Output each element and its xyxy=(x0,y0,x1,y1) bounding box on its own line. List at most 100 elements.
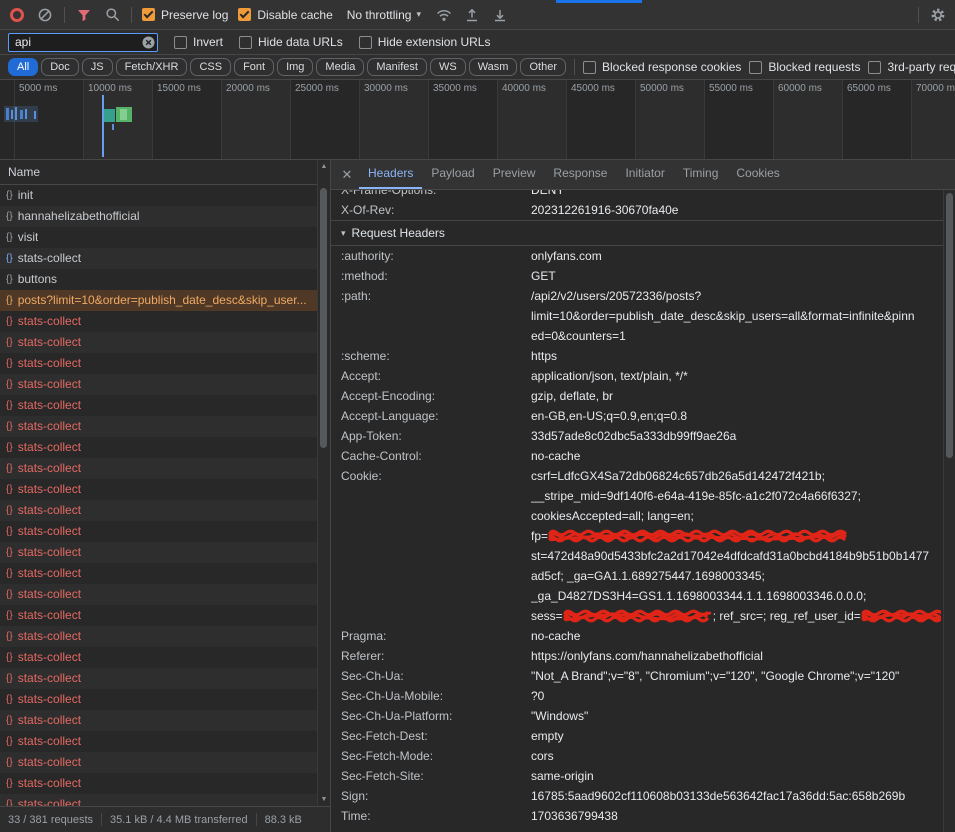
blocked-response-cookies-label: Blocked response cookies xyxy=(602,60,741,74)
request-row[interactable]: {}stats-collect xyxy=(0,353,330,374)
request-row[interactable]: {}stats-collect xyxy=(0,500,330,521)
request-row[interactable]: {}stats-collect xyxy=(0,668,330,689)
request-headers-section[interactable]: ▾Request Headers xyxy=(331,220,955,246)
export-har-icon xyxy=(492,7,508,23)
name-column-header[interactable]: Name xyxy=(0,160,330,185)
filter-chip-img[interactable]: Img xyxy=(277,58,313,76)
request-row[interactable]: {}stats-collect xyxy=(0,563,330,584)
request-row[interactable]: {}visit xyxy=(0,227,330,248)
request-row[interactable]: {}stats-collect xyxy=(0,374,330,395)
request-row[interactable]: {}stats-collect xyxy=(0,605,330,626)
request-row[interactable]: {}stats-collect xyxy=(0,395,330,416)
tab-timing[interactable]: Timing xyxy=(674,160,728,189)
tab-preview[interactable]: Preview xyxy=(484,160,545,189)
request-row[interactable]: {}buttons xyxy=(0,269,330,290)
request-name: stats-collect xyxy=(18,563,81,584)
filter-chip-fetch-xhr[interactable]: Fetch/XHR xyxy=(116,58,188,76)
header-value: same-origin xyxy=(531,766,955,786)
network-conditions-button[interactable] xyxy=(435,6,453,24)
request-row[interactable]: {}stats-collect xyxy=(0,311,330,332)
tab-headers[interactable]: Headers xyxy=(359,160,422,189)
request-row[interactable]: {}stats-collect xyxy=(0,332,330,353)
disclosure-triangle-icon: ▾ xyxy=(341,221,346,245)
clear-filter-icon[interactable] xyxy=(142,36,155,49)
throttling-select[interactable]: No throttling ▾ xyxy=(343,6,425,24)
filter-chip-media[interactable]: Media xyxy=(316,58,364,76)
filter-toggle-button[interactable] xyxy=(75,6,93,24)
filter-chip-js[interactable]: JS xyxy=(82,58,113,76)
header-row: :path:/api2/v2/users/20572336/posts?limi… xyxy=(341,286,955,346)
request-row[interactable]: {}stats-collect xyxy=(0,647,330,668)
tab-response[interactable]: Response xyxy=(544,160,616,189)
request-row[interactable]: {}stats-collect xyxy=(0,458,330,479)
third-party-requests-checkbox[interactable]: 3rd-party requests xyxy=(868,60,955,74)
header-row: Cache-Control:no-cache xyxy=(341,446,955,466)
filter-input[interactable] xyxy=(8,33,158,52)
network-toolbar: Preserve log Disable cache No throttling… xyxy=(0,0,955,30)
tab-cookies[interactable]: Cookies xyxy=(727,160,788,189)
request-row[interactable]: {}stats-collect xyxy=(0,773,330,794)
request-row[interactable]: {}stats-collect xyxy=(0,521,330,542)
request-row[interactable]: {}posts?limit=10&order=publish_date_desc… xyxy=(0,290,330,311)
filter-chip-all[interactable]: All xyxy=(8,58,38,76)
header-name: Cache-Control: xyxy=(341,446,531,466)
search-button[interactable] xyxy=(103,6,121,24)
request-row[interactable]: {}hannahelizabethofficial xyxy=(0,206,330,227)
request-row[interactable]: {}init xyxy=(0,185,330,206)
disable-cache-checkbox[interactable]: Disable cache xyxy=(238,8,332,22)
filter-chip-css[interactable]: CSS xyxy=(190,58,231,76)
timeline-overview[interactable]: 5000 ms10000 ms15000 ms20000 ms25000 ms3… xyxy=(0,80,955,160)
throttling-value: No throttling xyxy=(347,8,412,22)
request-row[interactable]: {}stats-collect xyxy=(0,248,330,269)
waterfall-bar xyxy=(20,110,23,119)
request-row[interactable]: {}stats-collect xyxy=(0,479,330,500)
close-details-icon[interactable]: ✕ xyxy=(335,167,359,183)
request-name: buttons xyxy=(18,269,57,290)
preserve-log-checkbox[interactable]: Preserve log xyxy=(142,8,228,22)
request-row[interactable]: {}stats-collect xyxy=(0,626,330,647)
tab-initiator[interactable]: Initiator xyxy=(616,160,673,189)
tab-payload[interactable]: Payload xyxy=(422,160,483,189)
filter-chip-doc[interactable]: Doc xyxy=(41,58,79,76)
details-scrollbar[interactable] xyxy=(943,190,955,832)
scroll-down-arrow[interactable]: ▼ xyxy=(318,796,330,803)
request-row[interactable]: {}stats-collect xyxy=(0,584,330,605)
filter-chip-other[interactable]: Other xyxy=(520,58,566,76)
header-name: Sec-Ch-Ua-Mobile: xyxy=(341,686,531,706)
timeline-label: 20000 ms xyxy=(226,83,270,94)
toolbar-divider xyxy=(131,7,132,23)
filter-chip-ws[interactable]: WS xyxy=(430,58,466,76)
clear-button[interactable] xyxy=(36,6,54,24)
request-row[interactable]: {}stats-collect xyxy=(0,794,330,806)
request-row[interactable]: {}stats-collect xyxy=(0,710,330,731)
request-row[interactable]: {}stats-collect xyxy=(0,542,330,563)
scroll-up-arrow[interactable]: ▲ xyxy=(318,163,330,170)
header-value: ?0 xyxy=(531,686,955,706)
export-har-button[interactable] xyxy=(491,6,509,24)
requests-scrollbar[interactable]: ▲ ▼ xyxy=(317,160,330,806)
import-har-button[interactable] xyxy=(463,6,481,24)
scrollbar-thumb[interactable] xyxy=(946,193,953,458)
filter-chip-font[interactable]: Font xyxy=(234,58,274,76)
filter-chip-manifest[interactable]: Manifest xyxy=(367,58,427,76)
hide-extension-urls-checkbox[interactable]: Hide extension URLs xyxy=(359,35,491,49)
record-button[interactable] xyxy=(8,6,26,24)
checkbox-unchecked-icon xyxy=(174,36,187,49)
request-row[interactable]: {}stats-collect xyxy=(0,689,330,710)
header-row: Sec-Fetch-Mode:cors xyxy=(341,746,955,766)
invert-checkbox[interactable]: Invert xyxy=(174,35,223,49)
request-row[interactable]: {}stats-collect xyxy=(0,752,330,773)
filter-chip-wasm[interactable]: Wasm xyxy=(469,58,518,76)
details-tabs-bar: ✕ HeadersPayloadPreviewResponseInitiator… xyxy=(331,160,955,190)
request-row[interactable]: {}stats-collect xyxy=(0,731,330,752)
header-row: Sec-Ch-Ua:"Not_A Brand";v="8", "Chromium… xyxy=(341,666,955,686)
scrollbar-thumb[interactable] xyxy=(320,188,327,448)
script-icon: {} xyxy=(6,794,13,806)
blocked-response-cookies-checkbox[interactable]: Blocked response cookies xyxy=(583,60,741,74)
header-value: onlyfans.com xyxy=(531,246,955,266)
settings-gear-button[interactable] xyxy=(929,6,947,24)
blocked-requests-checkbox[interactable]: Blocked requests xyxy=(749,60,860,74)
request-row[interactable]: {}stats-collect xyxy=(0,437,330,458)
hide-data-urls-checkbox[interactable]: Hide data URLs xyxy=(239,35,343,49)
request-row[interactable]: {}stats-collect xyxy=(0,416,330,437)
